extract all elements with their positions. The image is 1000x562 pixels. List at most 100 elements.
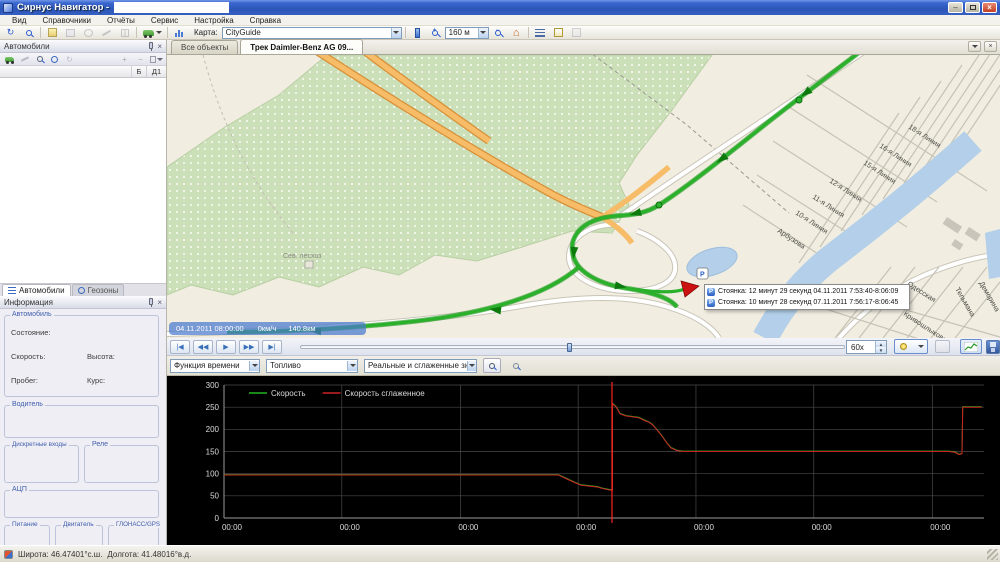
resize-grip[interactable] [987,549,998,560]
menu-vid[interactable]: Вид [4,16,34,25]
group-adc-label: АЦП [10,486,29,493]
menu-spravka[interactable]: Справка [242,16,289,25]
scale-select[interactable]: 160 м [445,27,489,39]
combo-caret[interactable] [249,361,259,371]
scale-ruler-icon [415,28,420,38]
search-button[interactable] [20,27,37,39]
minimize-button[interactable]: – [948,2,963,13]
list-options-button[interactable] [150,54,163,65]
measure-button[interactable] [98,27,115,39]
column-name[interactable] [0,66,132,77]
menu-nastroika[interactable]: Настройка [186,16,241,25]
stop-flag-marker[interactable]: P [697,268,708,279]
tab-vehicles-label: Автомобили [19,286,65,295]
combo-caret[interactable] [391,28,401,38]
tab-scroll-button[interactable] [968,41,981,52]
vehicles-list[interactable] [0,78,166,283]
vehicles-panel-header: Автомобили × [0,40,166,53]
pin-icon[interactable] [149,42,153,49]
save-button[interactable] [986,340,1000,354]
notes-button[interactable] [550,27,567,39]
tab-geozones[interactable]: Геозоны [72,284,125,296]
group-driver: Водитель [4,405,159,438]
tab-all-objects[interactable]: Все объекты [171,40,238,54]
follow-button[interactable] [80,27,97,39]
zoom-in-button[interactable]: + [427,27,444,39]
highlight-track-button[interactable] [894,339,928,354]
group-discrete-inputs: Дискретные входы [4,445,79,483]
combo-caret[interactable] [478,28,488,38]
play-button[interactable]: ▶ [216,340,236,354]
zoom-out-button[interactable]: − [490,27,507,39]
stop-entry[interactable]: Стоянка: 12 минут 29 секунд 04.11.2011 7… [707,286,907,297]
chart-parameter-select[interactable]: Топливо [266,359,358,373]
to-start-button[interactable]: |◀ [170,340,190,354]
svg-text:00:00: 00:00 [812,523,833,532]
track-button[interactable] [18,54,31,65]
combo-caret[interactable] [467,361,476,371]
timeline-slider[interactable] [300,345,845,349]
refresh-list-button[interactable]: ↻ [63,54,76,65]
square-icon [572,28,581,37]
tab-track[interactable]: Трек Daimler-Benz AG 09... [240,39,363,54]
column-d1[interactable]: Д1 [147,66,166,77]
chart-mode-select[interactable]: Функция времени [170,359,260,373]
refresh-button[interactable]: ↻ [2,27,19,39]
grid-button[interactable] [116,27,133,39]
parking-icon [707,299,715,307]
app-icon [3,3,13,13]
title-bar: Сирнус Навигатор - – × [0,0,1000,15]
home-button[interactable]: ⌂ [508,27,525,39]
restore-button[interactable] [965,2,980,13]
speed-chart-svg[interactable]: 05010015020025030000:0000:0000:0000:0000… [167,376,1000,545]
tab-close-button[interactable]: × [984,41,997,52]
map-select-value: CityGuide [226,28,261,37]
speed-chart[interactable]: 05010015020025030000:0000:0000:0000:0000… [167,376,1000,545]
remove-button[interactable]: − [134,54,147,65]
close-button[interactable]: × [982,2,997,13]
chevron-down-icon[interactable] [918,345,924,348]
show-chart-button[interactable] [960,339,982,354]
close-info-button[interactable]: × [157,298,162,307]
map-select[interactable]: CityGuide [222,27,402,39]
parking-icon [707,288,715,296]
pin-icon[interactable] [149,298,153,305]
menu-servis[interactable]: Сервис [143,16,186,25]
column-b[interactable]: Б [132,66,147,77]
menu-otchety[interactable]: Отчёты [99,16,143,25]
group-engine-label: Двигатель [61,521,96,528]
stop-entry-text: Стоянка: 10 минут 28 секунд 07.11.2011 7… [718,299,898,306]
info-panel-title: Информация [4,298,53,307]
svg-text:00:00: 00:00 [576,523,597,532]
add-button[interactable]: + [118,54,131,65]
spin-down-button[interactable]: ▼ [876,347,886,353]
legend-list-button[interactable] [532,27,549,39]
chart-values-select[interactable]: Реальные и сглаженные значен [364,359,477,373]
menu-spravochniki[interactable]: Справочники [34,16,98,25]
rewind-button[interactable]: ◀◀ [193,340,213,354]
timeline-slider-thumb[interactable] [567,343,572,352]
tab-vehicles[interactable]: Автомобили [2,284,71,296]
to-end-button[interactable]: ▶| [262,340,282,354]
forward-button[interactable]: ▶▶ [239,340,259,354]
vehicle-menu-button[interactable] [140,27,164,39]
chart-zoom-out-button[interactable] [507,358,525,373]
geo-button[interactable] [48,54,61,65]
combo-caret[interactable] [347,361,357,371]
scale-ruler-button[interactable] [409,27,426,39]
find-vehicle-button[interactable] [33,54,46,65]
show-all-button[interactable] [3,54,16,65]
overlay-datetime: 04.11.2011 08:00:00 [176,324,244,333]
route-button[interactable] [62,27,79,39]
extra-button[interactable] [568,27,585,39]
reports-chart-button[interactable] [171,27,188,39]
option-toggle-button[interactable] [935,340,950,353]
map-view[interactable]: 18-я Линия 16-я Линия 15-я Линия 12-я Ли… [167,55,1000,338]
chart-values-value: Реальные и сглаженные значен [368,361,467,370]
playback-speed-spinner[interactable]: 60x ▲ ▼ [846,340,887,354]
chart-zoom-in-button[interactable] [483,358,501,373]
stop-entry[interactable]: Стоянка: 10 минут 28 секунд 07.11.2011 7… [707,297,907,308]
separator [167,27,168,38]
close-panel-button[interactable]: × [157,42,162,51]
edit-track-button[interactable] [44,27,61,39]
